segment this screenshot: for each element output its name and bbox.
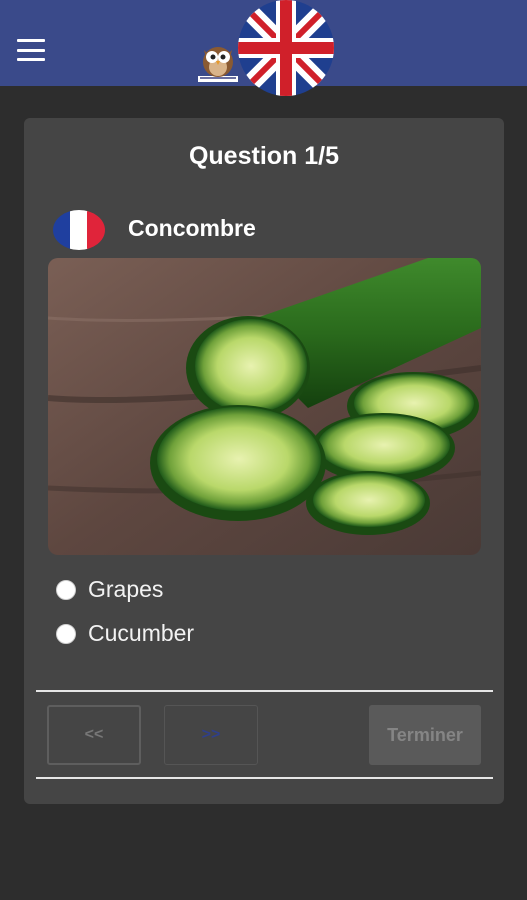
france-flag-icon [53,210,105,250]
quiz-card: Question 1/5 Concombre Grapes Cucumber <… [24,118,504,804]
radio-button-cucumber[interactable] [56,623,76,644]
word-to-translate: Concombre [128,215,256,241]
finish-button[interactable]: Terminer [369,705,481,765]
menu-icon-bar [17,48,45,52]
cucumber-photo [48,258,481,555]
uk-flag-icon[interactable] [238,0,334,96]
radio-button-grapes[interactable] [56,579,76,600]
menu-icon-bar [17,58,45,61]
menu-button[interactable] [14,36,48,64]
answer-option-cucumber[interactable]: Cucumber [56,620,194,647]
menu-icon-bar [17,39,45,42]
question-title: Question 1/5 [188,142,340,170]
owl-logo-icon [194,36,242,84]
divider-top [36,690,493,692]
next-button[interactable]: >> [164,705,258,765]
answer-option-grapes[interactable]: Grapes [56,576,163,603]
previous-button[interactable]: << [47,705,141,765]
answer-label-cucumber: Cucumber [88,620,195,646]
divider-bottom [36,777,493,779]
answer-label-grapes: Grapes [88,576,164,602]
app-bar [0,0,527,96]
